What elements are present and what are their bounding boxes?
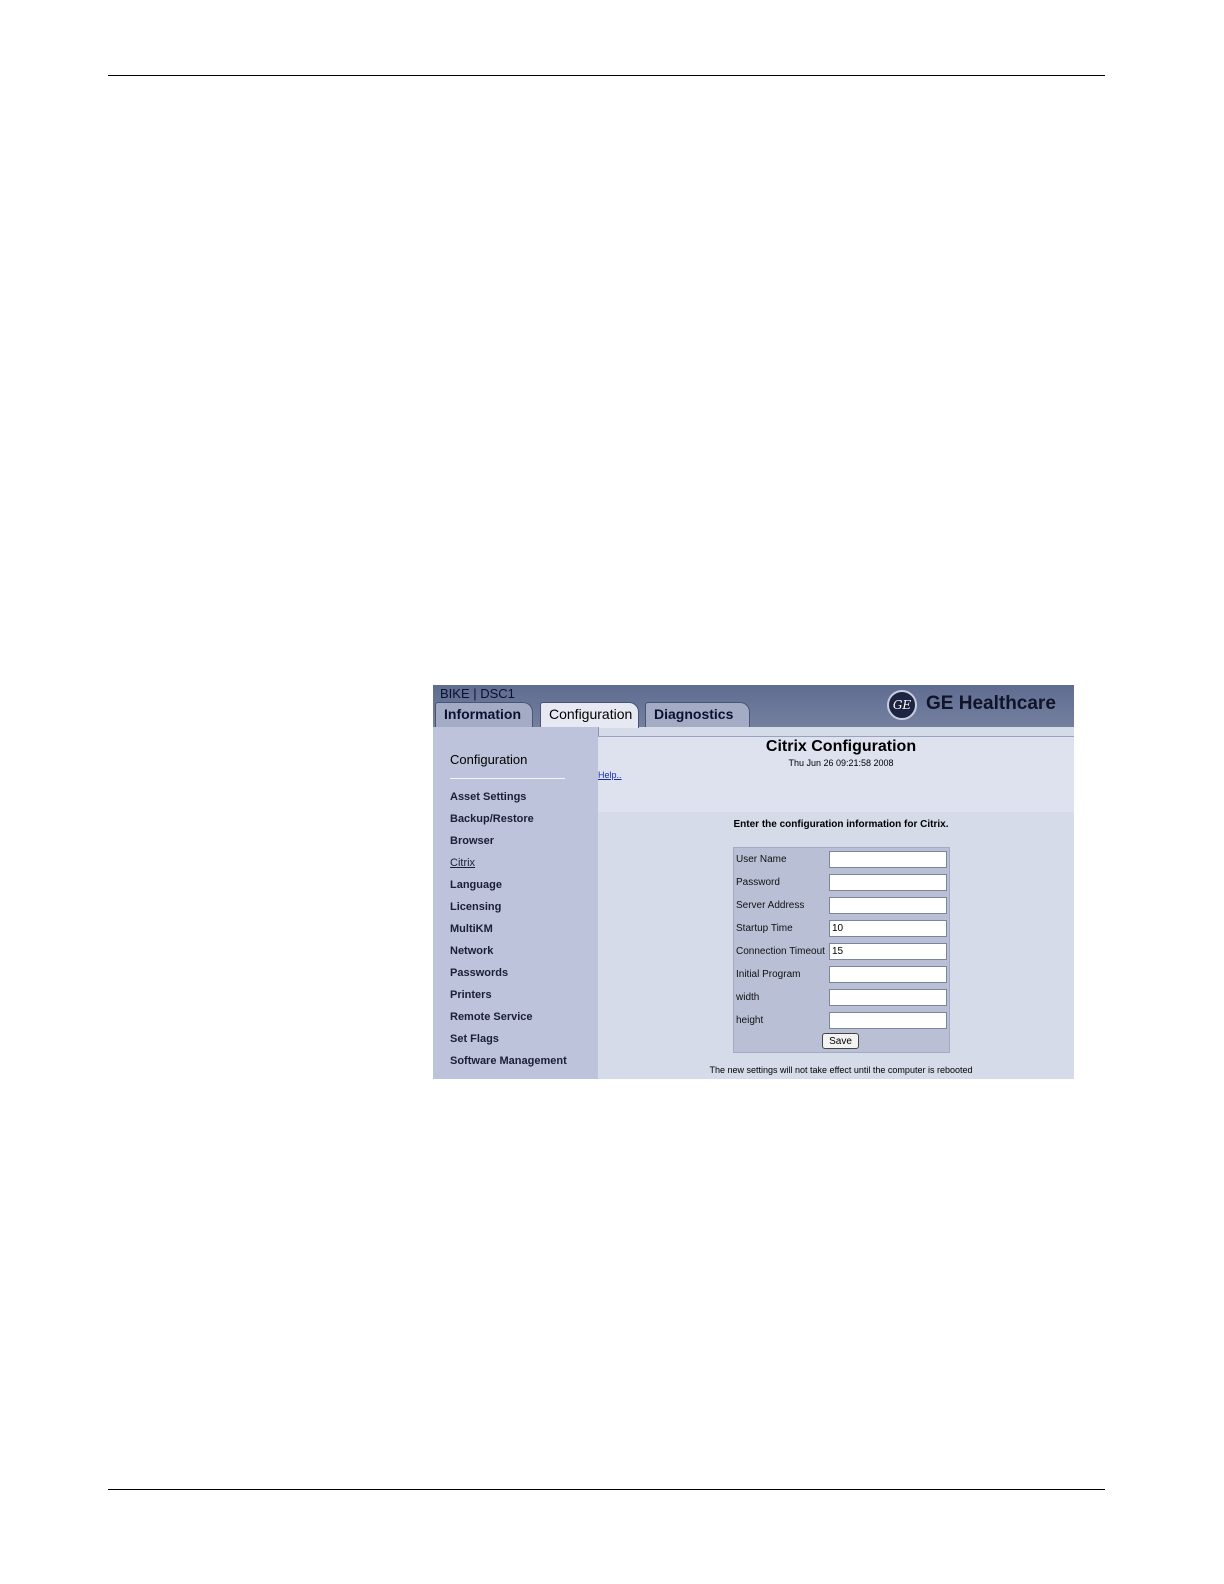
citrix-form: User Name Password Server Address Startu… — [733, 847, 950, 1053]
initial-program-input[interactable] — [829, 966, 947, 983]
sidebar-divider — [450, 778, 565, 779]
content-main: Enter the configuration information for … — [598, 812, 1074, 1079]
tab-information[interactable]: Information — [435, 702, 533, 727]
sidebar-item-software-management[interactable]: Software Management — [450, 1055, 567, 1077]
startup-time-label: Startup Time — [736, 923, 793, 934]
form-row-startup-time: Startup Time — [734, 920, 951, 938]
sidebar-item-backup-restore[interactable]: Backup/Restore — [450, 813, 567, 835]
sidebar-item-browser[interactable]: Browser — [450, 835, 567, 857]
help-link[interactable]: Help.. — [598, 770, 622, 780]
page-bottom-rule — [108, 1489, 1105, 1490]
timestamp: Thu Jun 26 09:21:58 2008 — [788, 758, 894, 768]
page-top-rule — [108, 75, 1105, 76]
app-window: BIKE | DSC1 Information Configuration Di… — [433, 685, 1074, 1079]
form-row-server-address: Server Address — [734, 897, 951, 915]
startup-time-input[interactable] — [829, 920, 947, 937]
brand-name: GE Healthcare — [926, 693, 1056, 714]
height-label: height — [736, 1015, 764, 1026]
form-row-password: Password — [734, 874, 951, 892]
form-row-user-name: User Name — [734, 851, 951, 869]
tab-configuration[interactable]: Configuration — [540, 702, 639, 728]
sidebar-item-network[interactable]: Network — [450, 945, 567, 967]
width-input[interactable] — [829, 989, 947, 1006]
form-row-connection-timeout: Connection Timeout — [734, 943, 951, 961]
height-input[interactable] — [829, 1012, 947, 1029]
sidebar-item-passwords[interactable]: Passwords — [450, 967, 567, 989]
connection-timeout-input[interactable] — [829, 943, 947, 960]
sidebar-item-remote-service[interactable]: Remote Service — [450, 1011, 567, 1033]
ge-logo-icon: GE — [887, 690, 917, 720]
user-name-input[interactable] — [829, 851, 947, 868]
save-button[interactable]: Save — [822, 1033, 859, 1049]
password-label: Password — [736, 877, 780, 888]
sidebar-nav: Asset Settings Backup/Restore Browser Ci… — [450, 791, 567, 1077]
page-title: Citrix Configuration — [765, 738, 917, 755]
form-row-width: width — [734, 989, 951, 1007]
width-label: width — [736, 992, 760, 1003]
sidebar-item-printers[interactable]: Printers — [450, 989, 567, 1011]
ge-logo-text: GE — [892, 698, 912, 712]
sidebar-item-asset-settings[interactable]: Asset Settings — [450, 791, 567, 813]
server-address-input[interactable] — [829, 897, 947, 914]
app-header: BIKE | DSC1 Information Configuration Di… — [433, 685, 1074, 728]
instruction-text: Enter the configuration information for … — [733, 819, 949, 830]
tab-diagnostics[interactable]: Diagnostics — [645, 702, 750, 727]
form-row-height: height — [734, 1012, 951, 1030]
initial-program-label: Initial Program — [736, 969, 801, 980]
user-name-label: User Name — [736, 854, 787, 865]
sidebar-item-language[interactable]: Language — [450, 879, 567, 901]
sidebar-item-licensing[interactable]: Licensing — [450, 901, 567, 923]
sidebar-item-multikm[interactable]: MultiKM — [450, 923, 567, 945]
reboot-notice: The new settings will not take effect un… — [709, 1065, 973, 1075]
server-address-label: Server Address — [736, 900, 805, 911]
sidebar-title: Configuration — [450, 752, 528, 767]
form-row-initial-program: Initial Program — [734, 966, 951, 984]
device-title: BIKE | DSC1 — [440, 686, 515, 701]
content-header: Citrix Configuration Thu Jun 26 09:21:58… — [598, 736, 1074, 813]
connection-timeout-label: Connection Timeout — [736, 946, 825, 957]
password-input[interactable] — [829, 874, 947, 891]
sidebar-item-citrix[interactable]: Citrix — [450, 857, 567, 879]
sidebar-item-set-flags[interactable]: Set Flags — [450, 1033, 567, 1055]
sidebar: Configuration Asset Settings Backup/Rest… — [433, 727, 599, 1079]
